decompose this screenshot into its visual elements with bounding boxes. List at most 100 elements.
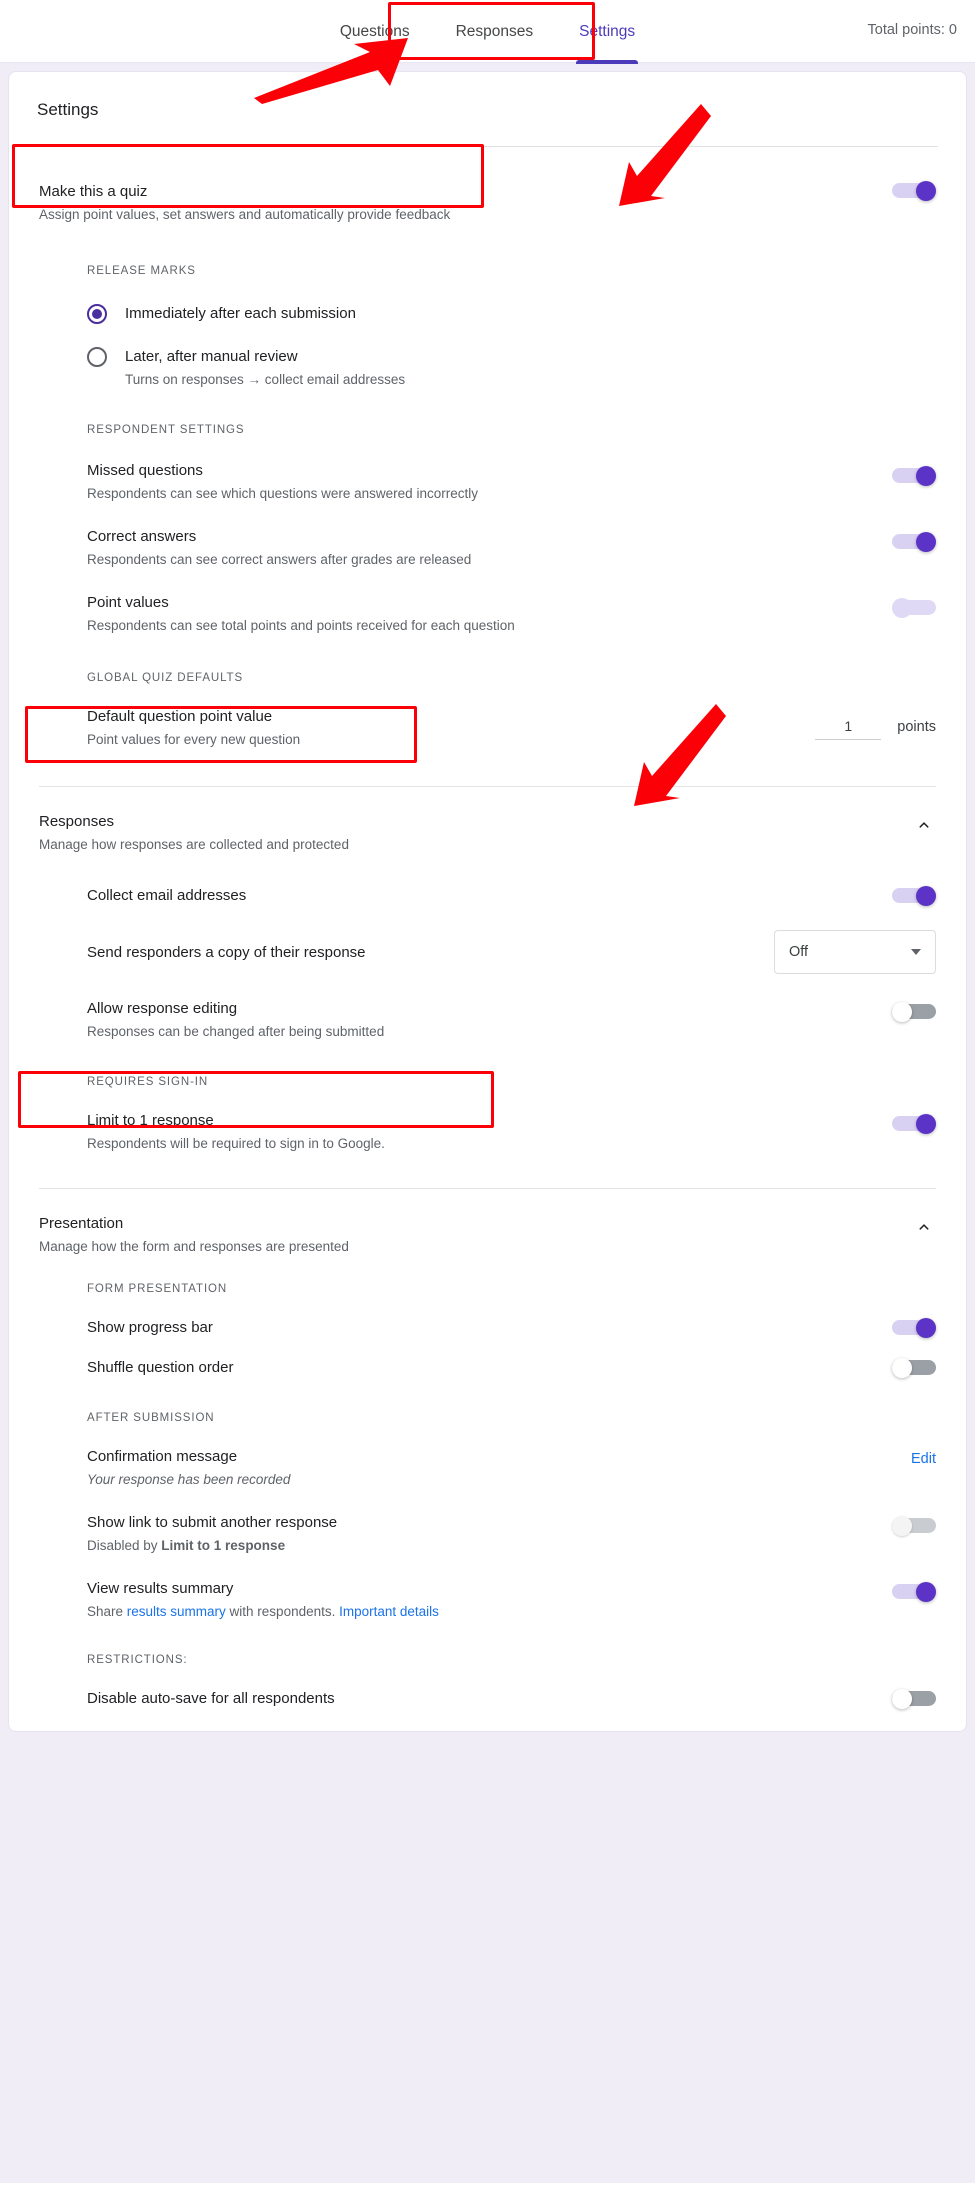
presentation-chevron-wrap (912, 1213, 936, 1239)
settings-card: Settings Make this a quiz Assign point v… (8, 71, 967, 1732)
correct-answers-label: Correct answers (87, 528, 197, 545)
total-points-label: Total points: 0 (867, 22, 957, 38)
responses-label: Responses (39, 813, 115, 830)
release-marks-group: Release marks Immediately after each sub… (9, 247, 966, 390)
release-option-later-label: Later, after manual review (125, 348, 298, 365)
default-point-value-input[interactable] (815, 716, 882, 740)
results-summary-toggle-wrap (892, 1578, 936, 1602)
allow-editing-sublabel: Responses can be changed after being sub… (87, 1024, 385, 1039)
presentation-label: Presentation (39, 1215, 124, 1232)
missed-questions-row[interactable]: Missed questions Respondents can see whi… (87, 460, 966, 504)
restrictions-heading: Restrictions: (87, 1654, 188, 1666)
show-link-sub-bold: Limit to 1 response (161, 1538, 286, 1553)
make-quiz-toggle[interactable] (892, 181, 936, 201)
results-summary-sublabel: Share results summary with respondents. … (87, 1602, 892, 1622)
allow-editing-label: Allow response editing (87, 1000, 238, 1017)
results-summary-sub-2: with respondents. (225, 1604, 340, 1619)
responses-header-text: Responses Manage how responses are colle… (39, 811, 912, 855)
show-link-toggle-wrap (892, 1512, 936, 1536)
results-summary-row[interactable]: View results summary Share results summa… (87, 1578, 966, 1622)
progress-bar-toggle[interactable] (892, 1317, 936, 1338)
point-values-sublabel: Respondents can see total points and poi… (87, 618, 515, 633)
shuffle-questions-text: Shuffle question order (87, 1357, 892, 1378)
send-copy-row: Send responders a copy of their response… (87, 930, 966, 974)
show-link-sublabel: Disabled by Limit to 1 response (87, 1536, 892, 1556)
chevron-up-icon[interactable] (912, 1215, 936, 1239)
limit-one-response-label: Limit to 1 response (87, 1112, 214, 1129)
collect-email-toggle[interactable] (892, 885, 936, 906)
shuffle-questions-toggle-wrap (892, 1357, 936, 1378)
send-copy-selected-value: Off (789, 944, 809, 960)
release-option-immediately-text: Immediately after each submission (125, 303, 356, 324)
responses-section-header[interactable]: Responses Manage how responses are colle… (9, 787, 966, 855)
toggle-thumb (916, 532, 936, 552)
presentation-section-header[interactable]: Presentation Manage how the form and res… (9, 1189, 966, 1257)
make-quiz-sublabel: Assign point values, set answers and aut… (39, 207, 451, 222)
release-option-later[interactable]: Later, after manual review Turns on resp… (87, 346, 966, 390)
correct-answers-toggle[interactable] (892, 532, 936, 552)
radio-immediately[interactable] (87, 304, 107, 324)
shuffle-questions-toggle[interactable] (892, 1357, 936, 1378)
disable-autosave-toggle-wrap (892, 1688, 936, 1709)
chevron-up-icon[interactable] (912, 813, 936, 837)
limit-one-response-text: Limit to 1 response Respondents will be … (87, 1110, 892, 1154)
toggle-thumb (892, 1357, 912, 1378)
radio-later[interactable] (87, 347, 107, 367)
allow-editing-toggle[interactable] (892, 1002, 936, 1022)
point-values-toggle-wrap (892, 592, 936, 618)
allow-editing-row[interactable]: Allow response editing Responses can be … (87, 998, 966, 1042)
missed-questions-text: Missed questions Respondents can see whi… (87, 460, 892, 504)
correct-answers-row[interactable]: Correct answers Respondents can see corr… (87, 526, 966, 570)
results-summary-sub-1: Share (87, 1604, 127, 1619)
point-values-label: Point values (87, 594, 169, 611)
collect-email-text: Collect email addresses (87, 885, 892, 906)
shuffle-questions-row[interactable]: Shuffle question order (87, 1357, 966, 1378)
progress-bar-text: Show progress bar (87, 1317, 892, 1338)
edit-confirmation-button[interactable]: Edit (911, 1451, 936, 1467)
global-quiz-defaults-group: Global quiz defaults Default question po… (9, 636, 966, 750)
limit-one-response-toggle[interactable] (892, 1114, 936, 1134)
collect-email-toggle-wrap (892, 885, 936, 906)
disable-autosave-text: Disable auto-save for all respondents (87, 1688, 892, 1709)
toggle-thumb (916, 1114, 936, 1134)
missed-questions-label: Missed questions (87, 462, 203, 479)
release-option-immediately-label: Immediately after each submission (125, 305, 356, 322)
progress-bar-row[interactable]: Show progress bar (87, 1317, 966, 1338)
release-option-immediately[interactable]: Immediately after each submission (87, 303, 966, 324)
point-values-toggle[interactable] (892, 598, 936, 618)
release-marks-heading: Release marks (87, 265, 196, 277)
show-link-toggle[interactable] (892, 1516, 936, 1536)
toggle-thumb (916, 466, 936, 486)
settings-page-background: Settings Make this a quiz Assign point v… (0, 63, 975, 2183)
make-quiz-row[interactable]: Make this a quiz Assign point values, se… (9, 147, 966, 247)
allow-editing-toggle-wrap (892, 998, 936, 1022)
tab-settings[interactable]: Settings (556, 22, 658, 64)
default-point-value-text: Default question point value Point value… (87, 706, 815, 750)
send-copy-text: Send responders a copy of their response (87, 942, 774, 963)
limit-one-response-toggle-wrap (892, 1110, 936, 1134)
show-link-row[interactable]: Show link to submit another response Dis… (87, 1512, 966, 1556)
missed-questions-toggle[interactable] (892, 466, 936, 486)
form-presentation-heading: Form presentation (87, 1283, 228, 1295)
release-option-later-sublabel: Turns on responses → collect email addre… (125, 372, 406, 387)
toggle-thumb (916, 181, 936, 201)
limit-one-response-row[interactable]: Limit to 1 response Respondents will be … (87, 1110, 966, 1154)
show-link-text: Show link to submit another response Dis… (87, 1512, 892, 1556)
send-copy-select[interactable]: Off (774, 930, 936, 974)
toggle-thumb (892, 1688, 912, 1709)
requires-signin-heading: Requires sign-in (87, 1076, 209, 1088)
results-summary-link[interactable]: results summary (127, 1604, 226, 1619)
disable-autosave-toggle[interactable] (892, 1688, 936, 1709)
tab-questions[interactable]: Questions (317, 22, 433, 42)
points-unit-label: points (897, 719, 936, 735)
progress-bar-toggle-wrap (892, 1317, 936, 1338)
confirmation-message-row: Confirmation message Your response has b… (87, 1446, 966, 1490)
results-summary-toggle[interactable] (892, 1582, 936, 1602)
chevron-down-icon (911, 949, 921, 955)
point-values-row[interactable]: Point values Respondents can see total p… (87, 592, 966, 636)
tab-responses[interactable]: Responses (433, 22, 557, 42)
disable-autosave-row[interactable]: Disable auto-save for all respondents (87, 1688, 966, 1709)
important-details-link[interactable]: Important details (339, 1604, 439, 1619)
collect-email-row[interactable]: Collect email addresses (87, 885, 966, 906)
results-summary-text: View results summary Share results summa… (87, 1578, 892, 1622)
